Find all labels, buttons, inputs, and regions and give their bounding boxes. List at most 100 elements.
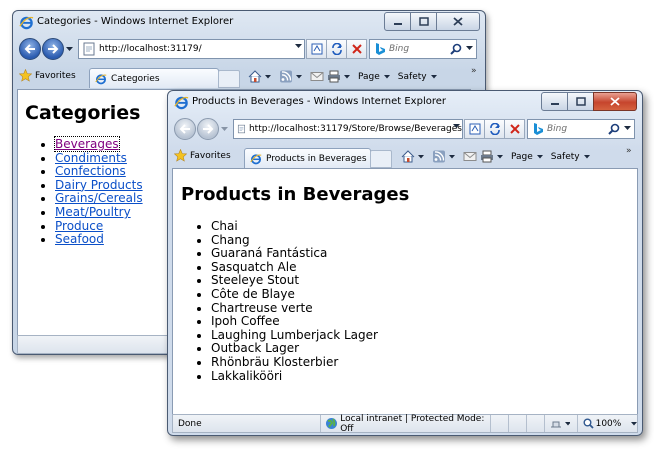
category-link[interactable]: Confections: [55, 164, 126, 178]
more-tools-chevron[interactable]: »: [471, 66, 477, 76]
chevron-down-icon[interactable]: [383, 74, 390, 79]
minimize-button[interactable]: [384, 12, 411, 31]
category-link[interactable]: Produce: [55, 219, 103, 233]
category-link[interactable]: Dairy Products: [55, 178, 143, 192]
print-icon[interactable]: [327, 70, 341, 83]
list-item: Sasquatch Ale: [211, 260, 378, 275]
list-item: Chang: [211, 233, 378, 248]
chevron-down-icon[interactable]: [564, 421, 571, 426]
chevron-down-icon[interactable]: [418, 154, 424, 159]
mail-icon[interactable]: [310, 70, 324, 83]
category-link[interactable]: Condiments: [55, 151, 127, 165]
tab-label: Products in Beverages: [266, 153, 367, 164]
zoom-level[interactable]: 100%: [596, 419, 622, 429]
products-window[interactable]: Products in Beverages - Windows Internet…: [167, 90, 643, 436]
list-item: Meat/Poultry: [55, 205, 143, 220]
category-link[interactable]: Seafood: [55, 232, 104, 246]
close-icon: [453, 17, 463, 26]
home-icon[interactable]: [248, 70, 262, 83]
chevron-down-icon[interactable]: [344, 74, 350, 79]
maximize-button[interactable]: [410, 12, 437, 31]
safety-menu[interactable]: Safety: [551, 152, 580, 162]
status-bar: Done Local intranet | Protected Mode: Of…: [172, 414, 638, 434]
chevron-down-icon[interactable]: [631, 421, 637, 426]
address-text: http://localhost:31179/Store/Browse/Beve…: [248, 124, 462, 134]
list-item: Steeleye Stout: [211, 274, 378, 288]
refresh-button[interactable]: [326, 39, 347, 59]
chevron-down-icon[interactable]: [430, 74, 437, 79]
search-box[interactable]: Bing: [369, 39, 477, 59]
list-item: Dairy Products: [55, 178, 143, 193]
address-row: http://localhost:31179/ Bing: [13, 36, 485, 64]
chevron-down-icon[interactable]: [624, 126, 631, 131]
zone-globe-icon: [326, 418, 337, 429]
title-bar[interactable]: Categories - Windows Internet Explorer: [13, 11, 485, 35]
new-tab-button[interactable]: [218, 70, 240, 88]
close-button[interactable]: [593, 92, 637, 111]
protected-mode-icon[interactable]: [549, 418, 562, 430]
new-tab-button[interactable]: [370, 150, 392, 168]
favorites-button[interactable]: Favorites: [174, 149, 231, 162]
forward-button[interactable]: [42, 38, 64, 60]
tab-label: Categories: [111, 73, 160, 84]
recent-pages-dropdown[interactable]: [220, 119, 228, 139]
minimize-button[interactable]: [541, 92, 568, 111]
back-button[interactable]: [174, 118, 196, 140]
security-zone[interactable]: Local intranet | Protected Mode: Off: [340, 414, 489, 434]
chevron-down-icon[interactable]: [583, 154, 590, 159]
chevron-down-icon[interactable]: [265, 74, 271, 79]
chevron-down-icon[interactable]: [449, 154, 455, 159]
recent-pages-dropdown[interactable]: [65, 39, 73, 59]
category-link[interactable]: Grains/Cereals: [55, 191, 143, 206]
list-item: Chai: [211, 219, 378, 234]
safety-menu[interactable]: Safety: [398, 72, 427, 82]
zoom-icon: [583, 418, 594, 429]
page-content: Products in Beverages Chai Chang Guaraná…: [172, 168, 638, 416]
chevron-down-icon[interactable]: [453, 124, 460, 129]
tab-products-in-beverages[interactable]: Products in Beverages: [244, 148, 371, 168]
chevron-down-icon[interactable]: [536, 154, 543, 159]
mail-icon[interactable]: [463, 150, 477, 163]
compatibility-view-button[interactable]: [306, 39, 327, 59]
list-item: Laughing Lumberjack Lager: [211, 328, 378, 343]
back-button[interactable]: [19, 38, 41, 60]
maximize-icon: [418, 17, 429, 26]
home-icon[interactable]: [401, 150, 415, 163]
category-link[interactable]: Beverages: [54, 136, 120, 152]
title-bar[interactable]: Products in Beverages - Windows Internet…: [168, 91, 642, 115]
list-item: Chartreuse verte: [211, 301, 378, 316]
list-item: Guaraná Fantástica: [211, 247, 378, 261]
address-bar[interactable]: http://localhost:31179/: [78, 39, 305, 59]
stop-button[interactable]: [504, 119, 525, 139]
stop-button[interactable]: [346, 39, 367, 59]
chevron-down-icon[interactable]: [497, 154, 503, 159]
chevron-down-icon[interactable]: [466, 46, 473, 51]
search-box[interactable]: Bing: [527, 119, 635, 139]
feeds-icon[interactable]: [279, 70, 293, 83]
bing-icon: [376, 43, 385, 55]
forward-arrow-icon: [48, 44, 59, 54]
compatibility-view-button[interactable]: [464, 119, 485, 139]
feeds-icon[interactable]: [432, 150, 446, 163]
page-menu[interactable]: Page: [358, 72, 380, 82]
address-bar[interactable]: http://localhost:31179/Store/Browse/Beve…: [233, 119, 463, 139]
chevron-down-icon[interactable]: [296, 74, 302, 79]
page-title: Categories: [25, 102, 141, 124]
list-item: Rhönbräu Klosterbier: [211, 355, 378, 370]
chevron-down-icon[interactable]: [295, 44, 302, 49]
favorites-button[interactable]: Favorites: [19, 69, 76, 82]
favorites-label: Favorites: [190, 150, 231, 161]
search-icon[interactable]: [608, 123, 620, 135]
search-icon[interactable]: [450, 43, 462, 55]
more-tools-chevron[interactable]: »: [626, 146, 632, 156]
tab-categories[interactable]: Categories: [89, 68, 219, 88]
print-icon[interactable]: [480, 150, 494, 163]
page-menu[interactable]: Page: [511, 152, 533, 162]
refresh-button[interactable]: [484, 119, 505, 139]
list-item: Seafood: [55, 232, 143, 247]
list-item: Ipoh Coffee: [211, 315, 378, 329]
category-link[interactable]: Meat/Poultry: [55, 205, 131, 219]
maximize-button[interactable]: [567, 92, 594, 111]
forward-button[interactable]: [197, 118, 219, 140]
close-button[interactable]: [436, 12, 480, 31]
